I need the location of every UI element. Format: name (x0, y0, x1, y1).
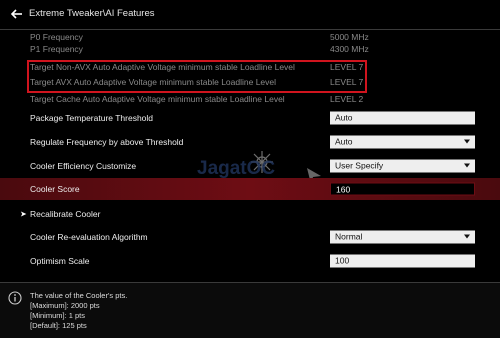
optimism-scale-input[interactable]: 100 (330, 254, 475, 268)
reevaluation-algorithm-value: Normal (335, 231, 363, 242)
reevaluation-algorithm-select[interactable]: Normal (330, 230, 475, 244)
help-line-maximum: [Maximum]: 2000 pts (30, 301, 100, 310)
cooler-efficiency-select[interactable]: User Specify (330, 159, 475, 173)
submenu-arrow-icon: ➤ (20, 209, 27, 219)
cooler-score-input[interactable]: 160 (330, 182, 475, 196)
cooler-efficiency-label: Cooler Efficiency Customize (30, 161, 137, 171)
help-line-minimum: [Minimum]: 1 pts (30, 311, 86, 320)
help-panel: The value of the Cooler's pts. [Maximum]… (0, 283, 500, 338)
setting-reevaluation-algorithm[interactable]: Cooler Re-evaluation Algorithm Normal (0, 226, 500, 248)
recalibrate-cooler-label: Recalibrate Cooler (30, 209, 101, 219)
optimism-scale-label: Optimism Scale (30, 256, 90, 266)
help-text: The value of the Cooler's pts. [Maximum]… (30, 291, 127, 331)
info-icon (8, 291, 22, 305)
help-line-description: The value of the Cooler's pts. (30, 291, 128, 300)
package-temperature-input[interactable]: Auto (330, 111, 475, 125)
svg-text:JagatOC: JagatOC (197, 158, 275, 179)
p1-frequency-label: P1 Frequency (30, 44, 83, 54)
submenu-recalibrate-cooler[interactable]: ➤ Recalibrate Cooler (0, 203, 500, 225)
cache-loadline-value: LEVEL 2 (330, 94, 364, 104)
breadcrumb: Extreme Tweaker\AI Features (29, 8, 155, 19)
regulate-frequency-label: Regulate Frequency by above Threshold (30, 137, 184, 147)
cache-loadline-label: Target Cache Auto Adaptive Voltage minim… (30, 94, 285, 104)
reevaluation-algorithm-label: Cooler Re-evaluation Algorithm (30, 232, 148, 242)
annotation-highlight-box (27, 60, 367, 93)
package-temperature-label: Package Temperature Threshold (30, 113, 154, 123)
cooler-score-label: Cooler Score (30, 184, 80, 194)
bios-screen: Extreme Tweaker\AI Features P0 Frequency… (0, 0, 500, 338)
chevron-down-icon (464, 163, 470, 168)
chevron-down-icon (464, 234, 470, 239)
setting-optimism-scale[interactable]: Optimism Scale 100 (0, 250, 500, 272)
back-arrow-icon[interactable] (9, 6, 25, 22)
p1-frequency-value: 4300 MHz (330, 44, 369, 54)
cooler-efficiency-value: User Specify (335, 160, 384, 171)
help-line-default: [Default]: 125 pts (30, 321, 87, 330)
regulate-frequency-select[interactable]: Auto (330, 135, 475, 149)
regulate-frequency-value: Auto (335, 136, 353, 147)
setting-cooler-score[interactable]: Cooler Score 160 (0, 178, 500, 200)
setting-package-temperature[interactable]: Package Temperature Threshold Auto (0, 107, 500, 129)
chevron-down-icon (464, 139, 470, 144)
